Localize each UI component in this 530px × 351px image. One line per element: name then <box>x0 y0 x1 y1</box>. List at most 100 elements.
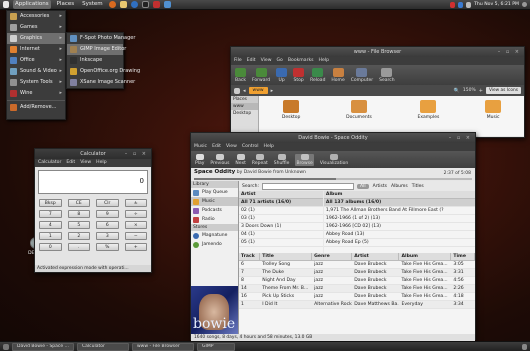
column-artist[interactable]: Artist <box>352 253 400 260</box>
calc-key[interactable]: ± <box>124 199 147 207</box>
album-row[interactable]: All 137 albums (16/0) <box>323 199 475 207</box>
folder-music[interactable]: Music <box>485 100 502 136</box>
artist-row[interactable]: All 71 artists (16/0) <box>239 199 323 207</box>
calc-key[interactable]: % <box>96 243 119 251</box>
network-icon[interactable] <box>450 1 456 8</box>
forward-button[interactable]: Forward <box>252 68 270 83</box>
next-button[interactable]: Next <box>235 154 246 166</box>
shuffle-button[interactable]: Shuffle <box>274 154 289 166</box>
menu-item-accessories[interactable]: Accessories ▸ <box>7 11 65 22</box>
calc-key[interactable]: Bksp <box>39 199 62 207</box>
system-menu[interactable]: System <box>80 0 105 9</box>
track-row[interactable]: 8 Night And Day jazz Dave Brubeck Take Five … <box>239 277 475 285</box>
menu-edit[interactable]: Edit <box>66 159 75 167</box>
filter-artists[interactable]: Artists <box>373 184 387 189</box>
home-button[interactable]: Home <box>331 68 345 83</box>
calc-key[interactable]: 0 <box>39 243 62 251</box>
artist-row[interactable]: 3 Doors Down (1) <box>239 223 323 231</box>
column-track[interactable]: Track <box>239 253 261 260</box>
menu-item-inkscape[interactable]: Inkscape <box>67 55 123 66</box>
artist-header[interactable]: Artist <box>239 191 323 199</box>
menu-item-office[interactable]: Office ▸ <box>7 55 65 66</box>
up-button[interactable]: Up <box>276 68 288 83</box>
track-row[interactable]: 16 Pick Up Sticks jazz Dave Brubeck Take Fiv… <box>239 293 475 301</box>
monitor-launcher-icon[interactable] <box>163 1 171 8</box>
calc-key[interactable]: 6 <box>96 221 119 229</box>
terminal-launcher-icon[interactable] <box>141 1 149 8</box>
trash-icon[interactable] <box>522 343 527 350</box>
window-controls[interactable]: – ▫ × <box>449 133 472 143</box>
filter-all[interactable]: All <box>356 183 369 189</box>
store-magnatune[interactable]: Magnatune <box>191 231 238 240</box>
album-row[interactable]: 1962-1966 (1 of 2) (13) <box>323 215 475 223</box>
menu-help[interactable]: Help <box>319 57 329 65</box>
store-jamendo[interactable]: Jamendo <box>191 240 238 249</box>
album-row[interactable]: 1,971 The Allman Brothers Band At Fillmo… <box>323 207 475 215</box>
menu-calculator[interactable]: Calculator <box>38 159 61 167</box>
menu-item-sound-video[interactable]: Sound & Video ▸ <box>7 66 65 77</box>
menu-music[interactable]: Music <box>194 143 207 151</box>
calc-key[interactable]: 7 <box>39 210 62 218</box>
calculator-display[interactable]: 0 <box>38 170 148 194</box>
location-back-arrow-icon[interactable]: ◂ <box>243 88 246 94</box>
places-header[interactable]: Places <box>231 96 258 103</box>
menu-item-internet[interactable]: Internet ▸ <box>7 44 65 55</box>
menu-item-wine[interactable]: Wine ▸ <box>7 88 65 99</box>
menu-item-openoffice-org-drawing[interactable]: OpenOffice.org Drawing <box>67 66 140 77</box>
calculator-titlebar[interactable]: Calculator – ▫ × <box>35 149 151 159</box>
clock[interactable]: Thu Nov 5, 6:21 PM <box>474 2 519 7</box>
taskbar-button[interactable]: GIMP <box>197 342 235 351</box>
column-album[interactable]: Album <box>399 253 452 260</box>
stores-header[interactable]: Stores <box>191 224 238 231</box>
taskbar-button[interactable]: www - File Browser <box>132 342 194 351</box>
editor-launcher-icon[interactable] <box>152 1 160 8</box>
updates-icon[interactable] <box>458 1 464 8</box>
album-header[interactable]: Album <box>323 191 475 199</box>
visualization-button[interactable]: Visualization <box>320 154 348 166</box>
folder-examples[interactable]: Examples <box>418 100 439 136</box>
repeat-button[interactable]: Repeat <box>252 154 268 166</box>
places-item-desktop[interactable]: Desktop <box>231 110 258 117</box>
artist-row[interactable]: 03 (1) <box>239 215 323 223</box>
play-button[interactable]: Play <box>195 154 204 166</box>
library-header[interactable]: Library <box>191 181 238 188</box>
calc-key[interactable]: 3 <box>96 232 119 240</box>
menu-control[interactable]: Control <box>242 143 259 151</box>
calc-key[interactable]: ÷ <box>124 210 147 218</box>
music-titlebar[interactable]: David Bowie - Space Oddity – ▫ × <box>191 133 475 143</box>
location-forward-arrow-icon[interactable]: ▸ <box>271 88 274 94</box>
filter-titles[interactable]: Titles <box>412 184 424 189</box>
calc-key[interactable]: + <box>124 243 147 251</box>
library-music[interactable]: Music <box>191 197 238 206</box>
menu-file[interactable]: File <box>234 57 242 65</box>
artist-row[interactable]: 02 (1) <box>239 207 323 215</box>
menu-item-games[interactable]: Games ▸ <box>7 22 65 33</box>
location-button[interactable]: www <box>248 87 268 94</box>
library-play-queue[interactable]: Play Queue <box>191 188 238 197</box>
window-controls[interactable]: – ▫ × <box>498 47 521 57</box>
column-title[interactable]: Title <box>260 253 313 260</box>
menu-view[interactable]: View <box>226 143 237 151</box>
folder-documents[interactable]: Documents <box>346 100 372 136</box>
menu-go[interactable]: Go <box>277 57 283 65</box>
email-launcher-icon[interactable] <box>119 1 127 8</box>
menu-item-xsane-image-scanner[interactable]: XSane Image Scanner <box>67 77 135 88</box>
help-launcher-icon[interactable] <box>130 1 138 8</box>
show-desktop-icon[interactable] <box>3 343 9 350</box>
album-row[interactable]: Abbey Road (13) <box>323 231 475 239</box>
menu-item-graphics[interactable]: Graphics ▸ <box>7 33 65 44</box>
computer-button[interactable]: Computer <box>351 68 373 83</box>
filter-albums[interactable]: Albums <box>391 184 408 189</box>
zoom-level[interactable]: 150% <box>463 88 476 93</box>
album-row[interactable]: Abbey Road Ep (5) <box>323 239 475 247</box>
view-mode-select[interactable]: View as Icons <box>485 87 521 94</box>
volume-icon[interactable] <box>466 1 472 8</box>
folder-desktop[interactable]: Desktop <box>282 100 300 136</box>
window-controls[interactable]: – ▫ × <box>125 149 148 159</box>
artist-row[interactable]: 04 (1) <box>239 231 323 239</box>
browse-button[interactable]: Browse <box>295 154 314 166</box>
calc-key[interactable]: Clr <box>96 199 119 207</box>
calc-key[interactable]: . <box>67 243 90 251</box>
calc-key[interactable]: 4 <box>39 221 62 229</box>
taskbar-button[interactable]: Calculator <box>77 342 129 351</box>
